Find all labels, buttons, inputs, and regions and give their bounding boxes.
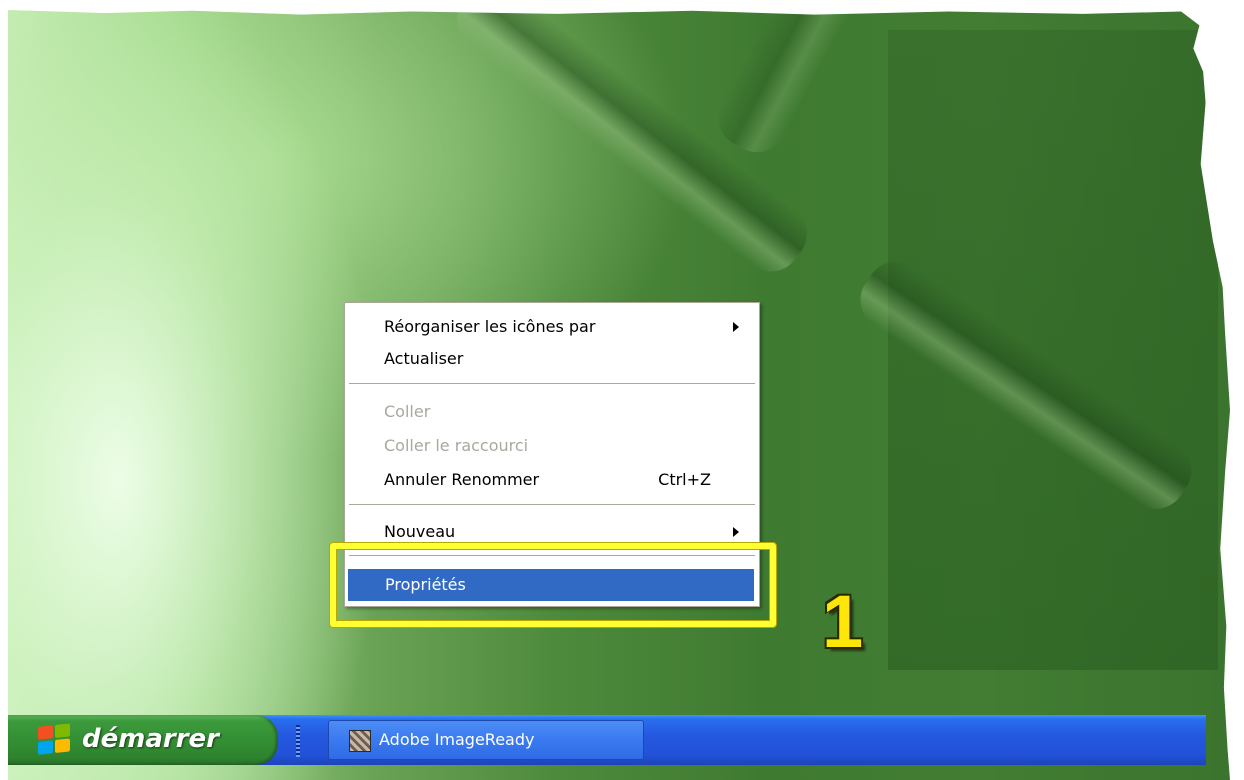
menu-item-label: Coller	[384, 402, 431, 421]
highlight-box-annotation	[330, 543, 776, 627]
menu-item-paste-shortcut[interactable]: Coller le raccourci	[347, 430, 757, 462]
start-button[interactable]: démarrer	[8, 715, 278, 765]
menu-separator	[349, 504, 755, 508]
menu-item-arrange-icons[interactable]: Réorganiser les icônes par	[347, 311, 757, 343]
submenu-arrow-icon	[733, 527, 739, 537]
menu-item-undo-rename[interactable]: Annuler Renommer Ctrl+Z	[347, 464, 757, 496]
submenu-arrow-icon	[733, 322, 739, 332]
menu-item-label: Coller le raccourci	[384, 436, 529, 455]
taskbar: démarrer Adobe ImageReady	[8, 715, 1206, 765]
menu-item-label: Réorganiser les icônes par	[384, 317, 596, 336]
start-button-label: démarrer	[82, 724, 219, 754]
taskbar-button-label: Adobe ImageReady	[379, 730, 535, 749]
step-number-annotation: 1	[822, 580, 864, 663]
menu-item-shortcut: Ctrl+Z	[658, 470, 711, 489]
menu-separator	[349, 383, 755, 387]
imageready-icon	[349, 730, 371, 752]
menu-item-label: Annuler Renommer	[384, 470, 540, 489]
wallpaper-streak	[708, 10, 892, 163]
menu-item-paste[interactable]: Coller	[347, 396, 757, 428]
menu-item-refresh[interactable]: Actualiser	[347, 343, 757, 375]
toolbar-grip-handle[interactable]	[296, 725, 300, 757]
taskbar-button-imageready[interactable]: Adobe ImageReady	[328, 720, 644, 760]
windows-logo-icon	[38, 723, 72, 757]
menu-item-label: Actualiser	[384, 349, 464, 368]
menu-item-label: Nouveau	[384, 522, 456, 541]
